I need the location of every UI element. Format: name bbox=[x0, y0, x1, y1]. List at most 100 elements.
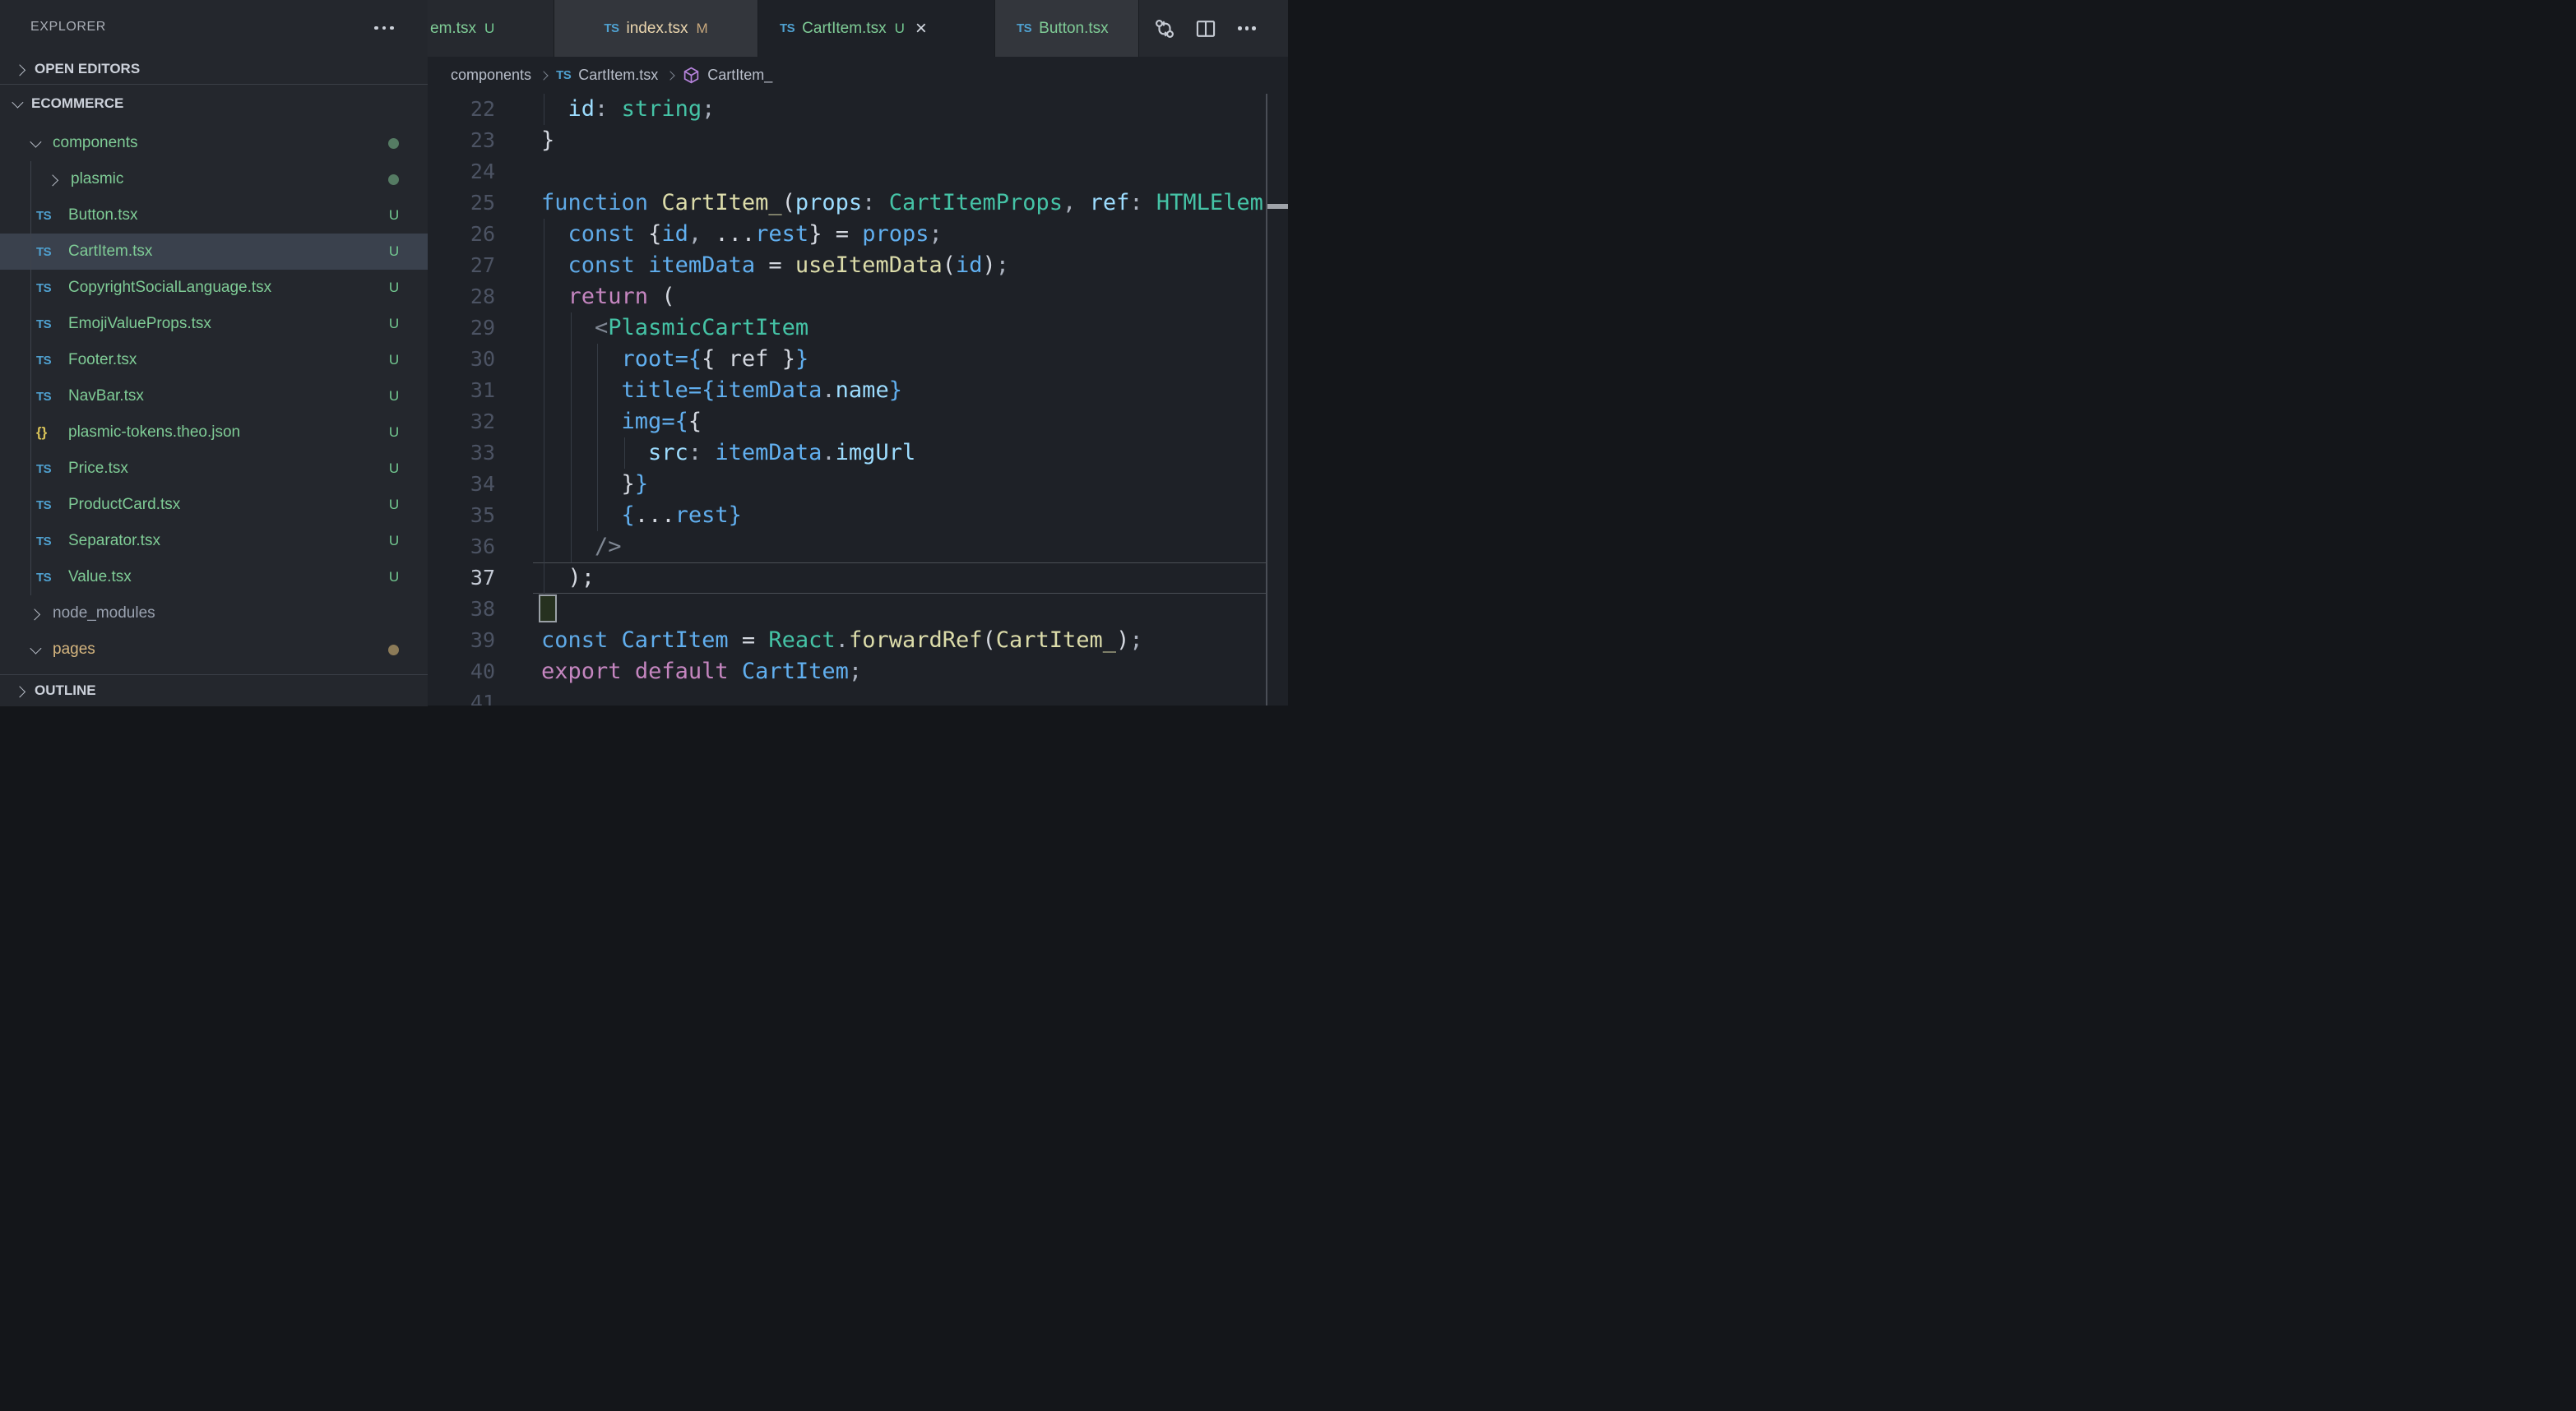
code-line-30[interactable]: 30 root={{ ref }} bbox=[428, 344, 1266, 375]
tree-item-label: CartItem.tsx bbox=[68, 243, 152, 261]
tree-item-label: plasmic bbox=[71, 170, 123, 188]
code-line-24[interactable]: 24 bbox=[428, 156, 1266, 187]
chevron-down-icon bbox=[26, 135, 43, 151]
git-untracked-badge: U bbox=[385, 388, 403, 405]
tree-item-node-modules[interactable]: node_modules bbox=[0, 595, 428, 631]
breadcrumb-item-components[interactable]: components bbox=[451, 67, 531, 84]
git-untracked-badge: U bbox=[385, 207, 403, 224]
tree-item-emojivalueprops-tsx[interactable]: TSEmojiValueProps.tsxU bbox=[0, 306, 428, 342]
line-number: 27 bbox=[428, 250, 495, 281]
close-tab-icon[interactable]: × bbox=[915, 19, 927, 39]
typescript-file-icon: TS bbox=[36, 209, 58, 223]
code-text: const itemData = useItemData(id); bbox=[541, 250, 1009, 281]
code-line-25[interactable]: 25function CartItem_(props: CartItemProp… bbox=[428, 187, 1266, 219]
chevron-down-icon bbox=[8, 95, 25, 112]
tree-item-label: components bbox=[53, 134, 138, 152]
editor-tab-bar: em.tsxUTSindex.tsxMTSCartItem.tsxU×TSBut… bbox=[428, 0, 1288, 57]
line-number: 31 bbox=[428, 375, 495, 406]
code-line-27[interactable]: 27 const itemData = useItemData(id); bbox=[428, 250, 1266, 281]
git-untracked-badge: U bbox=[385, 569, 403, 585]
file-tree: components plasmic TS Button.tsx U TS CartItem… bbox=[0, 125, 428, 668]
git-untracked-badge: U bbox=[385, 352, 403, 368]
symbol-class-icon bbox=[683, 67, 700, 84]
code-text: ); bbox=[541, 562, 595, 594]
code-line-29[interactable]: 29 <PlasmicCartItem bbox=[428, 312, 1266, 344]
typescript-file-icon: TS bbox=[36, 498, 58, 512]
git-status-dot bbox=[388, 645, 399, 655]
git-untracked-badge: U bbox=[385, 497, 403, 513]
breadcrumb: components TSCartItem.tsx CartItem_ bbox=[428, 57, 1288, 94]
tree-item-footer-tsx[interactable]: TSFooter.tsxU bbox=[0, 342, 428, 378]
tree-item-productcard-tsx[interactable]: TSProductCard.tsxU bbox=[0, 487, 428, 523]
code-line-26[interactable]: 26 const {id, ...rest} = props; bbox=[428, 219, 1266, 250]
code-editor[interactable]: 22 id: string;23}2425function CartItem_(… bbox=[428, 94, 1288, 706]
line-number: 30 bbox=[428, 344, 495, 375]
code-line-23[interactable]: 23} bbox=[428, 125, 1266, 156]
code-text: root={{ ref }} bbox=[541, 344, 808, 375]
typescript-file-icon: TS bbox=[36, 534, 58, 548]
more-actions-icon[interactable] bbox=[1234, 16, 1260, 42]
tree-indent-guide bbox=[30, 161, 31, 595]
line-number: 35 bbox=[428, 500, 495, 531]
tree-item-components[interactable]: components bbox=[0, 125, 428, 161]
code-line-41[interactable]: 41 bbox=[428, 687, 1266, 706]
tree-item-price-tsx[interactable]: TSPrice.tsxU bbox=[0, 451, 428, 487]
code-line-28[interactable]: 28 return ( bbox=[428, 281, 1266, 312]
tree-item-plasmic-tokens-theo-json[interactable]: {}plasmic-tokens.theo.jsonU bbox=[0, 414, 428, 451]
tree-item-label: NavBar.tsx bbox=[68, 387, 144, 405]
code-line-39[interactable]: 39const CartItem = React.forwardRef(Cart… bbox=[428, 625, 1266, 656]
code-line-35[interactable]: 35 {...rest} bbox=[428, 500, 1266, 531]
code-line-22[interactable]: 22 id: string; bbox=[428, 94, 1266, 125]
tree-item-label: Price.tsx bbox=[68, 460, 128, 478]
git-status-dot bbox=[388, 138, 399, 149]
git-untracked-badge: U bbox=[385, 460, 403, 477]
section-outline[interactable]: OUTLINE bbox=[0, 674, 428, 706]
tab-cartitem-tsx[interactable]: TSCartItem.tsxU× bbox=[758, 0, 995, 57]
tree-item-label: Button.tsx bbox=[68, 206, 138, 224]
code-line-36[interactable]: 36 /> bbox=[428, 531, 1266, 562]
tree-item-pages[interactable]: pages bbox=[0, 631, 428, 668]
compare-changes-icon[interactable] bbox=[1151, 16, 1178, 42]
line-number: 40 bbox=[428, 656, 495, 687]
section-open-editors[interactable]: OPEN EDITORS bbox=[0, 54, 428, 84]
tree-item-separator-tsx[interactable]: TSSeparator.tsxU bbox=[0, 523, 428, 559]
typescript-file-icon: TS bbox=[604, 21, 619, 35]
code-line-31[interactable]: 31 title={itemData.name} bbox=[428, 375, 1266, 406]
tab-em-tsx[interactable]: em.tsxU bbox=[428, 0, 554, 57]
tree-item-copyrightsociallanguage-tsx[interactable]: TSCopyrightSocialLanguage.tsxU bbox=[0, 270, 428, 306]
tab-index-tsx[interactable]: TSindex.tsxM bbox=[554, 0, 758, 57]
typescript-file-icon: TS bbox=[36, 571, 58, 585]
code-text: export default CartItem; bbox=[541, 656, 862, 687]
line-number: 34 bbox=[428, 469, 495, 500]
section-workspace-ecommerce[interactable]: ECOMMERCE bbox=[0, 85, 428, 123]
typescript-file-icon: TS bbox=[36, 390, 58, 404]
line-number: 23 bbox=[428, 125, 495, 156]
json-file-icon: {} bbox=[36, 424, 58, 441]
split-editor-icon[interactable] bbox=[1193, 16, 1219, 42]
breadcrumb-item-cartitem[interactable]: CartItem_ bbox=[683, 67, 772, 84]
code-line-34[interactable]: 34 }} bbox=[428, 469, 1266, 500]
tree-item-plasmic[interactable]: plasmic bbox=[0, 161, 428, 197]
git-untracked-badge: U bbox=[385, 243, 403, 260]
code-line-40[interactable]: 40 export default CartItem; bbox=[428, 656, 1266, 687]
code-line-32[interactable]: 32 img={{ bbox=[428, 406, 1266, 437]
code-line-38[interactable]: 38} bbox=[428, 594, 1266, 625]
tab-button-tsx[interactable]: TSButton.tsx bbox=[995, 0, 1139, 57]
editor-actions bbox=[1139, 0, 1288, 57]
code-text: src: itemData.imgUrl bbox=[541, 437, 915, 469]
tree-item-navbar-tsx[interactable]: TS NavBar.tsx U bbox=[0, 378, 428, 414]
explorer-title: EXPLORER bbox=[30, 20, 106, 35]
explorer-more-actions-icon[interactable] bbox=[374, 21, 405, 35]
tree-item-button-tsx[interactable]: TS Button.tsx U bbox=[0, 197, 428, 234]
code-line-37[interactable]: 37 ); bbox=[428, 562, 1266, 594]
tree-item-cartitem-tsx[interactable]: TSCartItem.tsxU bbox=[0, 234, 428, 270]
tree-item-label: Separator.tsx bbox=[68, 532, 160, 550]
breadcrumb-item-cartitem-tsx[interactable]: TSCartItem.tsx bbox=[556, 67, 658, 84]
tab-label: em.tsx bbox=[430, 20, 476, 38]
section-label: OPEN EDITORS bbox=[35, 61, 140, 77]
code-text: function CartItem_(props: CartItemProps,… bbox=[541, 187, 1263, 219]
code-line-33[interactable]: 33 src: itemData.imgUrl bbox=[428, 437, 1266, 469]
line-number: 33 bbox=[428, 437, 495, 469]
tree-item-value-tsx[interactable]: TSValue.tsxU bbox=[0, 559, 428, 595]
minimap-slider[interactable] bbox=[1267, 204, 1288, 209]
